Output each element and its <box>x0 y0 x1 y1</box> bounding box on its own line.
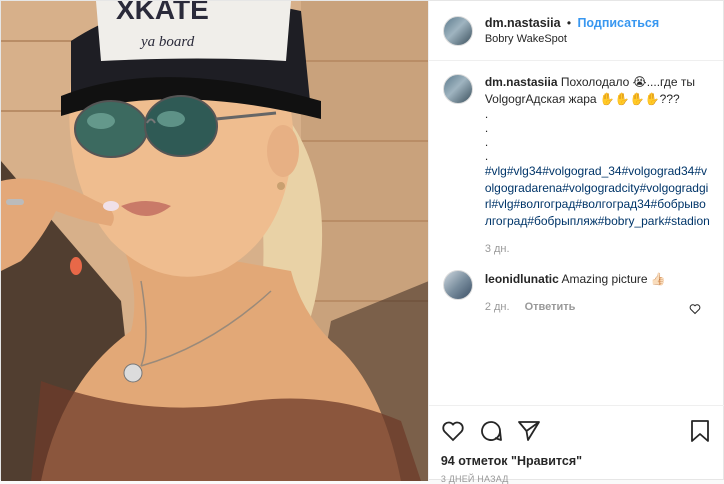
commenter-avatar[interactable] <box>442 269 473 300</box>
share-plane-icon[interactable] <box>517 419 541 446</box>
author-username[interactable]: dm.nastasiia <box>485 16 561 30</box>
post-photo[interactable]: XKATE ya board <box>1 1 428 481</box>
likes-suffix: "Нравится" <box>511 454 583 468</box>
author-avatar[interactable] <box>442 15 473 46</box>
comment-bubble-icon[interactable] <box>479 419 503 446</box>
comment-body: leonidlunatic Amazing picture 👍🏻 2 дн. О… <box>485 270 705 316</box>
comment-text: Amazing picture 👍🏻 <box>561 271 666 286</box>
caption-dots: . . . . <box>485 107 711 163</box>
caption-hashtags[interactable]: #vlg#vlg34#volgograd_34#volgograd34#volg… <box>485 163 711 229</box>
header-separator: • <box>566 15 572 30</box>
selfie-illustration: XKATE ya board <box>1 1 428 481</box>
comment-meta: 2 дн. Ответить <box>485 298 705 316</box>
likes-count[interactable]: 94 отметок "Нравится" <box>441 452 711 470</box>
comment-like-heart-icon[interactable] <box>689 303 701 315</box>
post-card: XKATE ya board dm.nastasiia • Подписатьс… <box>0 0 724 484</box>
commenter-username[interactable]: leonidlunatic <box>485 272 559 286</box>
action-icons <box>441 414 711 450</box>
post-header: dm.nastasiia • Подписаться Bobry WakeSpo… <box>428 1 723 61</box>
caption-dot: . <box>484 121 489 135</box>
caption-dot: . <box>484 149 489 163</box>
cap-logo-subtext: ya board <box>139 34 195 50</box>
comment-age: 2 дн. <box>484 300 510 313</box>
follow-button[interactable]: Подписаться <box>577 16 659 30</box>
bookmark-icon[interactable] <box>689 419 711 446</box>
like-heart-icon[interactable] <box>441 419 465 446</box>
caption-dot: . <box>484 107 489 121</box>
comments-area[interactable]: dm.nastasiia Похолодало 😭....где ты Volg… <box>429 62 724 405</box>
caption-dot: . <box>484 135 489 149</box>
caption-age: 3 дн. <box>484 243 510 255</box>
comment-item: leonidlunatic Amazing picture 👍🏻 2 дн. О… <box>442 269 711 316</box>
likes-number: 94 отметок <box>440 454 508 468</box>
caption-body: dm.nastasiia Похолодало 😭....где ты Volg… <box>485 74 711 258</box>
caption-username[interactable]: dm.nastasiia <box>485 75 558 89</box>
post-actions: 94 отметок "Нравится" 3 ДНЕЙ НАЗАД <box>428 405 724 484</box>
caption-avatar[interactable] <box>442 74 473 104</box>
post-side-panel: dm.nastasiia • Подписаться Bobry WakeSpo… <box>427 1 724 484</box>
post-date: 3 ДНЕЙ НАЗАД <box>440 474 509 484</box>
header-text: dm.nastasiia • Подписаться Bobry WakeSpo… <box>485 15 659 47</box>
reply-button[interactable]: Ответить <box>525 301 576 313</box>
caption: dm.nastasiia Похолодало 😭....где ты Volg… <box>442 74 711 258</box>
cap-logo-text: XKATE <box>116 1 209 25</box>
location-link[interactable]: Bobry WakeSpot <box>485 31 659 47</box>
